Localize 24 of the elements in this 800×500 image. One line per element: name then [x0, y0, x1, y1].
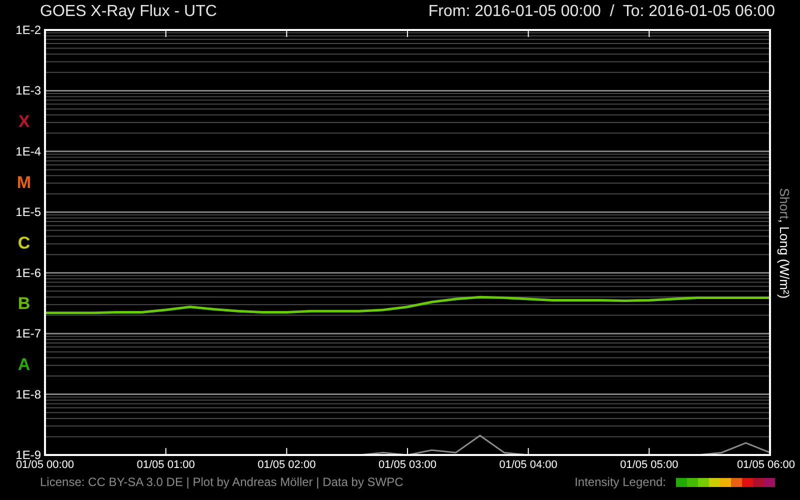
flare-class-label: B — [18, 294, 30, 314]
x-tick-label: 01/05 01:00 — [136, 459, 195, 471]
legend-label: Intensity Legend: — [574, 474, 666, 491]
axis-label: Short, Long (W/m²) — [777, 188, 792, 299]
y-tick-label: 1E-2 — [16, 23, 41, 37]
flare-class-label: A — [18, 354, 30, 374]
credits-text: License: CC BY-SA 3.0 DE | Plot by Andreas Möller | Data by SWPC — [40, 474, 404, 491]
time-range: From: 2016-01-05 00:00 / To: 2016-01-05 06:00 — [428, 2, 775, 22]
y-tick-label: 1E-3 — [16, 84, 41, 98]
y-tick-label: 1E-4 — [16, 144, 41, 158]
flare-class-label: M — [16, 172, 32, 192]
y-tick-label: 1E-6 — [16, 266, 41, 280]
flare-class-label: C — [18, 234, 30, 252]
y-tick-label: 1E-8 — [16, 387, 41, 402]
x-tick-label: 01/05 03:00 — [378, 459, 437, 471]
x-tick-label: 01/05 05:00 — [620, 459, 678, 471]
x-tick-label: 01/05 00:00 — [16, 459, 74, 471]
y-tick-label: 1E-7 — [16, 326, 41, 341]
y-tick-label: 1E-5 — [16, 205, 41, 220]
x-tick-label: 01/05 04:00 — [499, 459, 558, 471]
x-tick-label: 01/05 02:00 — [258, 459, 316, 471]
x-tick-label: 01/05 06:00 — [736, 459, 796, 471]
chart-title: GOES X-Ray Flux - UTC — [40, 2, 217, 22]
flare-class-label: X — [18, 112, 30, 132]
